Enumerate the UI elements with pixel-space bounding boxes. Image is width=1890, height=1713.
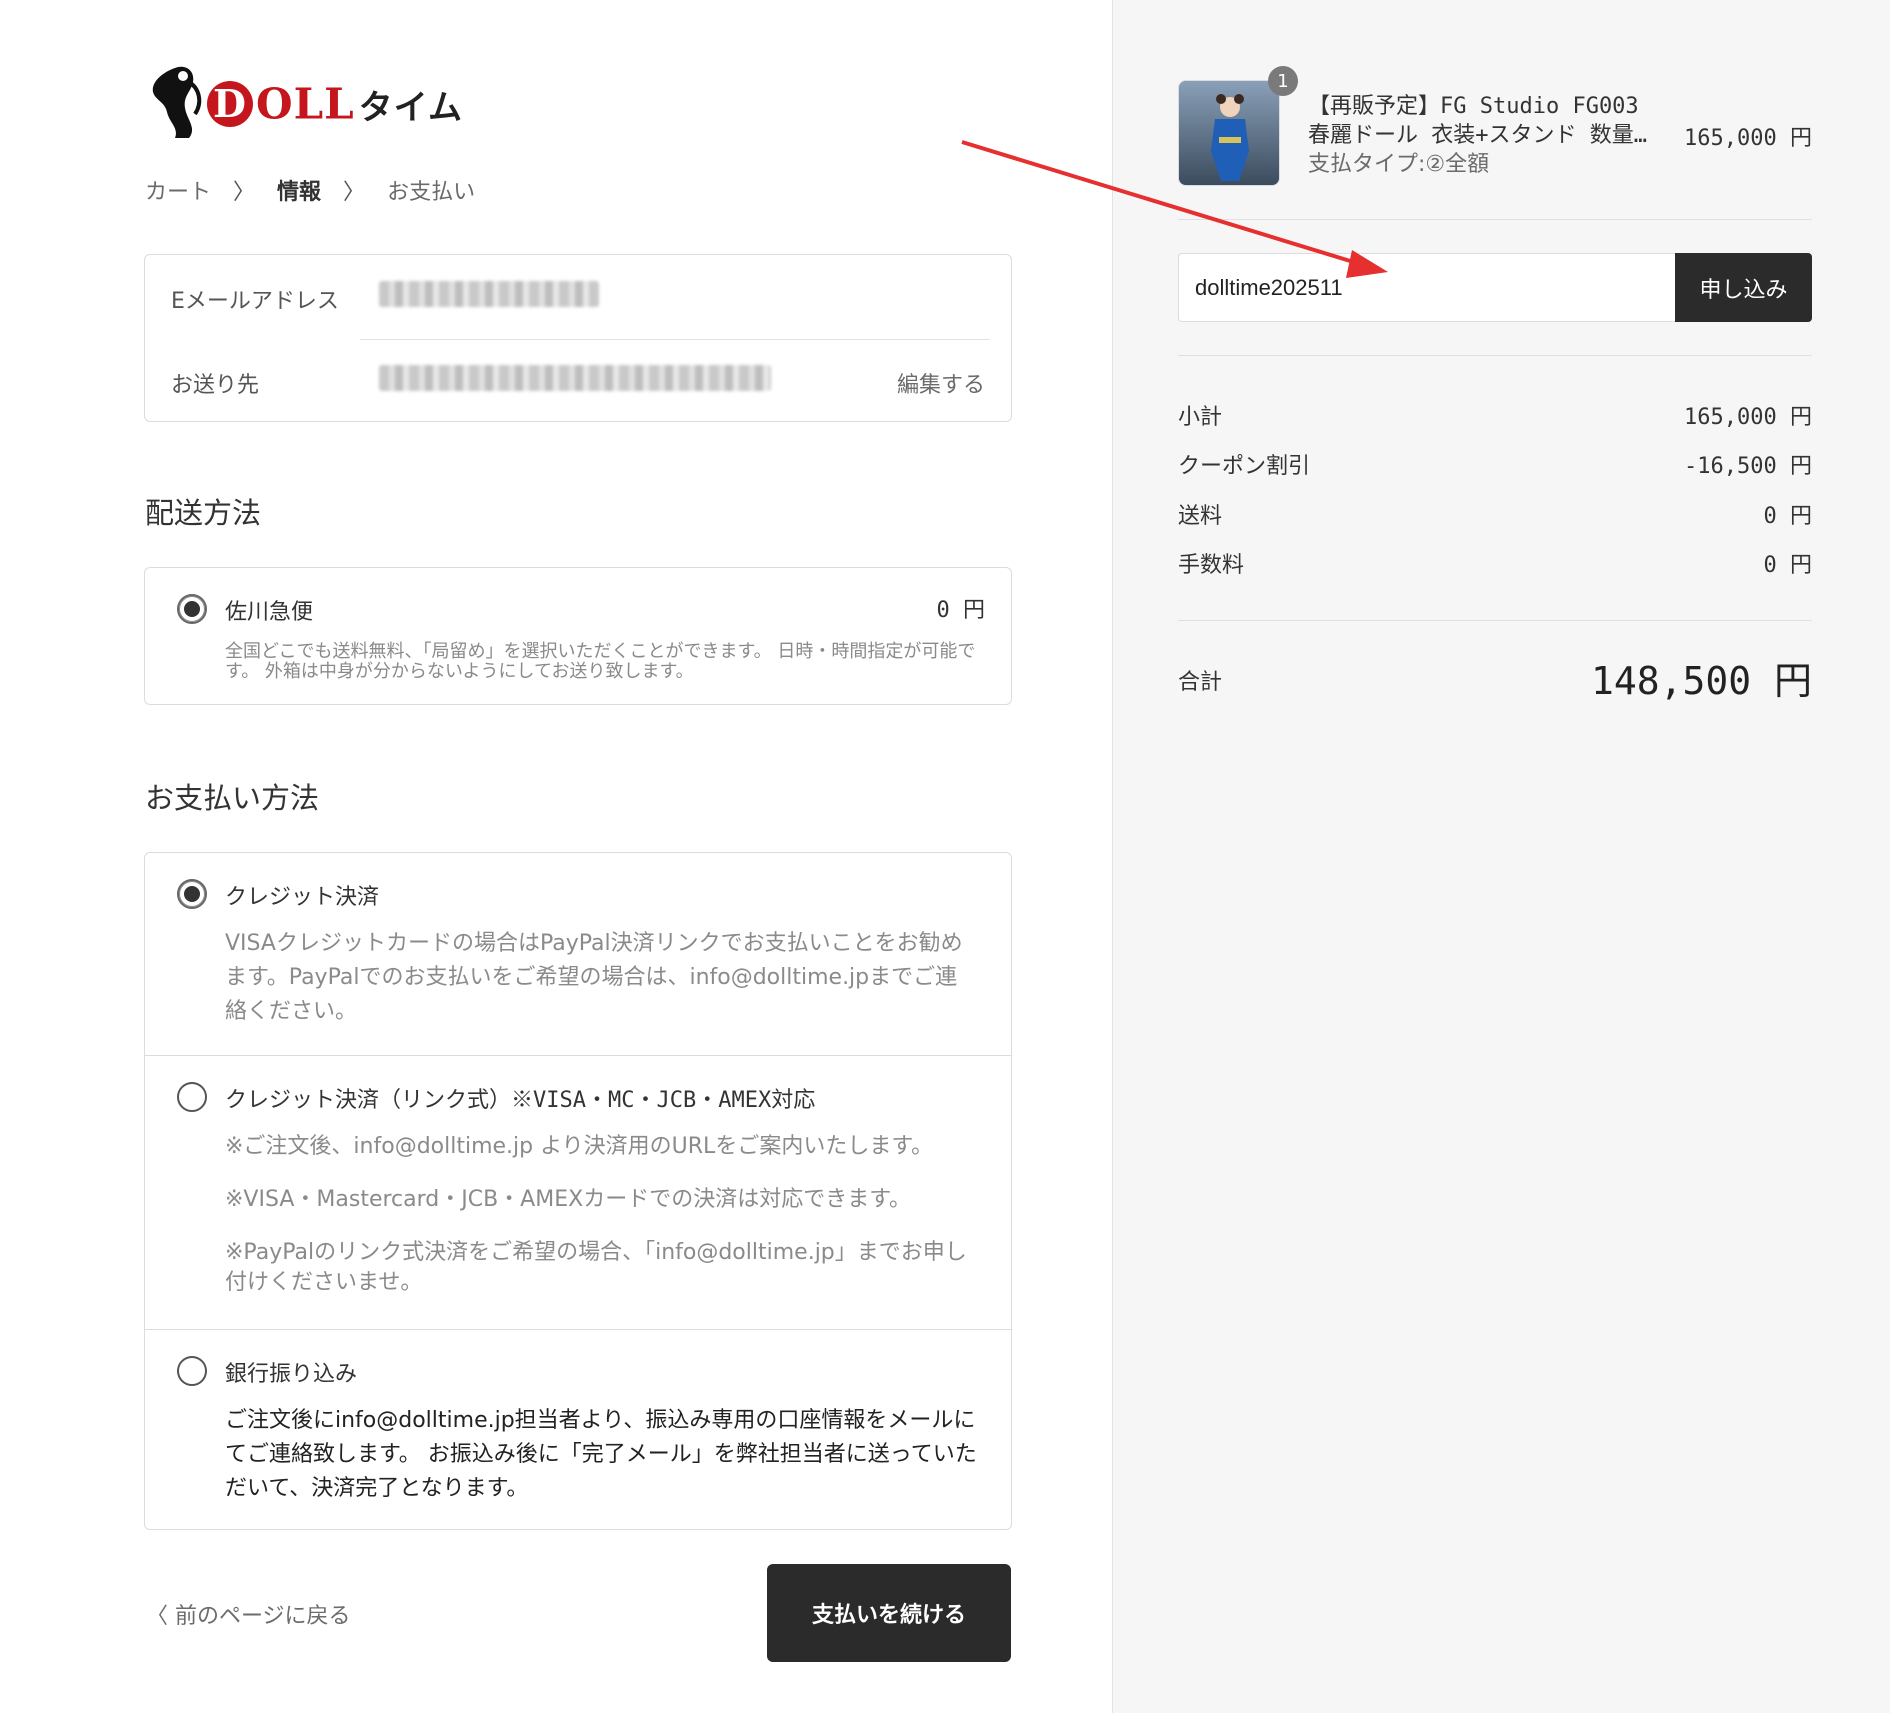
product-image-icon xyxy=(1179,81,1279,185)
chevron-right-icon: 〉 xyxy=(233,180,256,205)
coupon-input[interactable]: dolltime202511 xyxy=(1178,253,1676,322)
shipping-heading: 配送方法 xyxy=(145,496,262,530)
email-row: Eメールアドレス xyxy=(145,255,1011,339)
payment-option-title: 銀行振り込み xyxy=(225,1362,358,1387)
checkout-main: D OLL タイム カート 〉 情報 〉 お支払い Eメールアドレス お送り先 編集… xyxy=(0,0,1112,1713)
payment-option-title: クレジット決済（リンク式）※VISA・MC・JCB・AMEX対応 xyxy=(225,1088,816,1113)
shipping-method-box: 佐川急便 0 円 全国どこでも送料無料、「局留め」を選択いただくことができます。… xyxy=(144,567,1012,705)
breadcrumb-info: 情報 xyxy=(277,180,322,205)
coupon-discount-row: クーポン割引 -16,500 円 xyxy=(1178,448,1812,479)
logo-figure-icon xyxy=(152,66,202,138)
product-title-line: 【再販予定】FG Studio FG003 xyxy=(1308,94,1639,119)
ship-to-row: お送り先 編集する xyxy=(145,339,1011,423)
product-info: 【再販予定】FG Studio FG003 春麗ドール 衣装+スタンド 数量限定… xyxy=(1308,92,1648,179)
payment-option-note: ※ご注文後、info@dolltime.jp より決済用のURLをご案内いたしま… xyxy=(225,1134,934,1159)
payment-method-box: クレジット決済 VISAクレジットカードの場合はPayPal決済リンクでお支払い… xyxy=(144,852,1012,1530)
logo-letter: D xyxy=(207,81,253,127)
payment-option-note: ※PayPalのリンク式決済をご希望の場合、「info@dolltime.jp」… xyxy=(225,1240,967,1295)
email-value-redacted xyxy=(379,281,599,307)
shipping-option-desc: 全国どこでも送料無料、「局留め」を選択いただくことができます。 日時・時間指定が… xyxy=(225,641,976,682)
divider xyxy=(1178,355,1812,356)
payment-option-desc: VISAクレジットカードの場合はPayPal決済リンクでお支払いことをお勧めます… xyxy=(225,931,963,1024)
payment-option-note: ※VISA・Mastercard・JCB・AMEXカードでの決済は対応できます。 xyxy=(225,1187,911,1212)
summary-label: 小計 xyxy=(1178,405,1223,430)
product-price: 165,000 円 xyxy=(1684,126,1812,151)
summary-value: 0 円 xyxy=(1763,553,1813,578)
total-label: 合計 xyxy=(1178,670,1223,695)
payment-option-bank[interactable]: 銀行振り込み ご注文後にinfo@dolltime.jp担当者より、振込み専用の… xyxy=(145,1329,1011,1529)
divider xyxy=(1178,219,1812,220)
chevron-right-icon: 〉 xyxy=(343,180,366,205)
total-value: 148,500 円 xyxy=(1590,659,1812,703)
shipping-option-price: 0 円 xyxy=(936,598,986,623)
summary-label: 送料 xyxy=(1178,504,1223,529)
ship-to-value-redacted xyxy=(379,365,771,391)
payment-option-desc: ご注文後にinfo@dolltime.jp担当者より、振込み専用の口座情報をメー… xyxy=(225,1408,977,1501)
edit-link[interactable]: 編集する xyxy=(897,367,985,399)
back-link[interactable]: 〈 前のページに戻る xyxy=(146,1598,351,1630)
summary-label: 手数料 xyxy=(1178,553,1245,578)
payment-option-credit-link[interactable]: クレジット決済（リンク式）※VISA・MC・JCB・AMEX対応 ※ご注文後、i… xyxy=(145,1055,1011,1329)
continue-to-payment-button[interactable]: 支払いを続ける xyxy=(767,1564,1011,1662)
shipping-radio-selected[interactable] xyxy=(177,594,207,624)
subtotal-row: 小計 165,000 円 xyxy=(1178,399,1812,430)
product-title-line: 春麗ドール 衣装+スタンド 数量限定 xyxy=(1308,123,1648,148)
email-label: Eメールアドレス xyxy=(171,289,339,314)
divider xyxy=(1178,620,1812,621)
logo-kana: タイム xyxy=(358,87,463,128)
summary-value: 0 円 xyxy=(1763,504,1813,529)
breadcrumb-cart[interactable]: カート xyxy=(145,174,211,206)
payment-radio[interactable] xyxy=(177,1082,207,1112)
breadcrumb-payment: お支払い xyxy=(387,180,476,205)
payment-heading: お支払い方法 xyxy=(145,781,320,815)
shipping-option-title: 佐川急便 xyxy=(225,600,314,625)
payment-option-credit[interactable]: クレジット決済 VISAクレジットカードの場合はPayPal決済リンクでお支払い… xyxy=(145,853,1011,1055)
payment-option-title: クレジット決済 xyxy=(225,885,380,910)
shipping-fee-row: 送料 0 円 xyxy=(1178,498,1813,529)
ship-to-label: お送り先 xyxy=(171,373,260,398)
summary-label: クーポン割引 xyxy=(1178,454,1311,479)
breadcrumb: カート 〉 情報 〉 お支払い xyxy=(145,174,475,206)
payment-radio-selected[interactable] xyxy=(177,879,207,909)
summary-value: -16,500 円 xyxy=(1684,454,1812,479)
logo-wordmark: OLL xyxy=(256,79,355,129)
handling-fee-row: 手数料 0 円 xyxy=(1178,547,1813,578)
apply-coupon-button[interactable]: 申し込み xyxy=(1675,253,1812,322)
store-logo[interactable]: D OLL タイム xyxy=(145,62,475,142)
product-variant: 支払タイプ:②全額 xyxy=(1308,152,1490,177)
payment-radio[interactable] xyxy=(177,1356,207,1386)
contact-review-box: Eメールアドレス お送り先 編集する xyxy=(144,254,1012,422)
summary-value: 165,000 円 xyxy=(1684,405,1812,430)
quantity-badge: 1 xyxy=(1268,66,1298,96)
product-thumbnail xyxy=(1178,80,1280,186)
